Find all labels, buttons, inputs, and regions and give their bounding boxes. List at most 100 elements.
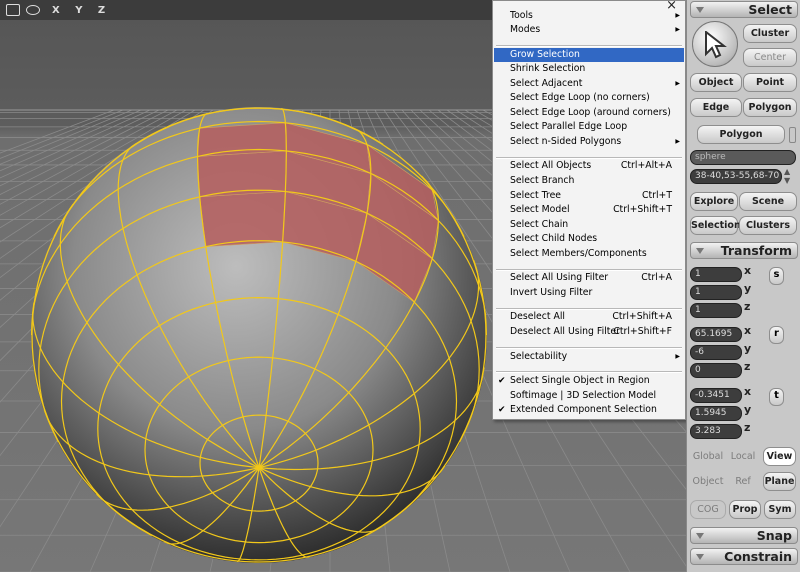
translate-x-field[interactable]: -0.3451	[690, 388, 742, 403]
selection-button[interactable]: Selection	[690, 216, 741, 235]
menu-item-select-edge-loop-no-corners[interactable]: Select Edge Loop (no corners)	[494, 91, 684, 105]
menu-item-label: Select Members/Components	[510, 248, 647, 259]
menu-item-select-branch[interactable]: Select Branch	[494, 174, 684, 188]
checkmark-icon: ✔	[498, 376, 506, 386]
menu-item-label: Select Child Nodes	[510, 233, 598, 244]
rotate-y-field[interactable]: -6	[690, 345, 742, 360]
menu-item-invert-using-filter[interactable]: Invert Using Filter	[494, 286, 684, 300]
clusters-button[interactable]: Clusters	[739, 216, 797, 235]
edge-filter-button[interactable]: Edge	[690, 98, 742, 117]
menu-item-grow-selection[interactable]: Grow Selection	[494, 48, 684, 62]
axis-z-label: z	[744, 300, 751, 313]
menu-item-label: Shrink Selection	[510, 63, 586, 74]
menu-separator	[496, 269, 682, 271]
menu-item-select-n-sided-polygons[interactable]: Select n-Sided Polygons ▶	[494, 135, 684, 149]
collapse-icon	[696, 248, 704, 254]
menu-item-label: Select Tree	[510, 190, 562, 201]
menu-item-label: Select All Objects	[510, 160, 592, 171]
scale-z-field[interactable]: 1	[690, 303, 742, 318]
global-button[interactable]: Global	[690, 447, 726, 466]
menu-item-deselect-all[interactable]: Deselect All Ctrl+Shift+A	[494, 310, 684, 324]
ref-button[interactable]: Ref	[727, 472, 759, 491]
mode-toggle-icon[interactable]	[789, 127, 796, 143]
constrain-header[interactable]: Constrain	[690, 548, 798, 565]
menu-item-label: Select Single Object in Region	[510, 375, 650, 386]
menu-item-deselect-all-using-filter[interactable]: Deselect All Using Filter Ctrl+Shift+F	[494, 325, 684, 339]
submenu-arrow-icon: ▶	[675, 138, 680, 145]
local-button[interactable]: Local	[727, 447, 759, 466]
object-ref-button[interactable]: Object	[690, 472, 726, 491]
menu-separator	[496, 347, 682, 349]
menu-item-label: Deselect All Using Filter	[510, 326, 620, 337]
axis-x-label: x	[744, 264, 752, 277]
menu-item-label: Modes	[510, 24, 541, 35]
menu-item-select-chain[interactable]: Select Chain	[494, 218, 684, 232]
snap-header[interactable]: Snap	[690, 527, 798, 544]
camera-icon[interactable]	[6, 4, 20, 16]
plane-button[interactable]: Plane	[763, 472, 796, 491]
menu-item-shrink-selection[interactable]: Shrink Selection	[494, 62, 684, 76]
rotate-x-field[interactable]: 65.1695	[690, 327, 742, 342]
scale-tool-button[interactable]: s	[769, 267, 784, 285]
menu-item-label: Select Edge Loop (no corners)	[510, 92, 650, 103]
menu-item-select-single-object-in-region[interactable]: ✔ Select Single Object in Region	[494, 374, 684, 388]
object-filter-button[interactable]: Object	[690, 73, 742, 92]
translate-tool-button[interactable]: t	[769, 388, 784, 406]
axis-y-label: y	[744, 342, 752, 355]
menu-item-select-edge-loop-around-corners[interactable]: Select Edge Loop (around corners)	[494, 106, 684, 120]
translate-y-field[interactable]: 1.5945	[690, 406, 742, 421]
collapse-icon	[696, 554, 704, 560]
menu-item-shortcut: Ctrl+T	[641, 190, 672, 201]
menu-item-shortcut: Ctrl+Alt+A	[620, 160, 672, 171]
rotate-tool-button[interactable]: r	[769, 326, 784, 344]
scale-y-field[interactable]: 1	[690, 285, 742, 300]
menu-item-label: Select Edge Loop (around corners)	[510, 107, 671, 118]
prop-button[interactable]: Prop	[729, 500, 761, 519]
selection-name-field[interactable]: sphere	[690, 150, 796, 165]
menu-item-select-tree[interactable]: Select Tree Ctrl+T	[494, 189, 684, 203]
select-header[interactable]: Select	[690, 1, 798, 18]
menu-item-shortcut: Ctrl+Shift+T	[613, 204, 672, 215]
menu-item-label: Select Branch	[510, 175, 575, 186]
menu-item-shortcut: Ctrl+Shift+A	[612, 311, 672, 322]
explore-button[interactable]: Explore	[690, 192, 738, 211]
transform-header[interactable]: Transform	[690, 242, 798, 259]
scroll-arrows-icon[interactable]: ▲ ▼	[784, 167, 790, 185]
axis-labels: X Y Z	[52, 4, 112, 16]
view-button[interactable]: View	[763, 447, 796, 466]
menu-item-label: Select All Using Filter	[510, 272, 609, 283]
menu-item-select-model[interactable]: Select Model Ctrl+Shift+T	[494, 203, 684, 217]
scene-button[interactable]: Scene	[739, 192, 797, 211]
cog-button[interactable]: COG	[690, 500, 726, 519]
menu-item-label: Selectability	[510, 351, 568, 362]
menu-item-softimage-3d-selection-model[interactable]: Softimage | 3D Selection Model	[494, 389, 684, 403]
point-filter-button[interactable]: Point	[743, 73, 797, 92]
select-tool-button[interactable]	[692, 21, 738, 67]
menu-separator	[496, 45, 682, 47]
submenu-arrow-icon: ▶	[675, 353, 680, 360]
polygon-filter-button[interactable]: Polygon	[743, 98, 797, 117]
sym-button[interactable]: Sym	[764, 500, 796, 519]
cluster-button[interactable]: Cluster	[743, 24, 797, 43]
translate-z-field[interactable]: 3.283	[690, 424, 742, 439]
menu-item-select-members-components[interactable]: Select Members/Components	[494, 247, 684, 261]
scale-x-field[interactable]: 1	[690, 267, 742, 282]
menu-item-select-all-objects[interactable]: Select All Objects Ctrl+Alt+A	[494, 159, 684, 173]
viewport-header: X Y Z	[0, 0, 496, 20]
menu-item-select-parallel-edge-loop[interactable]: Select Parallel Edge Loop	[494, 120, 684, 134]
menu-item-extended-component-selection[interactable]: ✔ Extended Component Selection	[494, 403, 684, 417]
menu-item-tools[interactable]: Tools ▶	[494, 9, 684, 23]
menu-item-selectability[interactable]: Selectability ▶	[494, 350, 684, 364]
polygon-mode-button[interactable]: Polygon	[697, 125, 785, 144]
menu-item-shortcut: Ctrl+A	[641, 272, 672, 283]
center-button[interactable]: Center	[743, 48, 797, 67]
menu-item-modes[interactable]: Modes ▶	[494, 23, 684, 37]
menu-item-select-all-using-filter[interactable]: Select All Using Filter Ctrl+A	[494, 271, 684, 285]
eye-icon[interactable]	[26, 5, 40, 15]
rotate-z-field[interactable]: 0	[690, 363, 742, 378]
selection-indices-field[interactable]: 38-40,53-55,68-70	[690, 169, 782, 184]
collapse-icon	[696, 533, 704, 539]
menu-item-select-adjacent[interactable]: Select Adjacent ▶	[494, 77, 684, 91]
menu-item-select-child-nodes[interactable]: Select Child Nodes	[494, 232, 684, 246]
menu-item-label: Extended Component Selection	[510, 404, 657, 415]
